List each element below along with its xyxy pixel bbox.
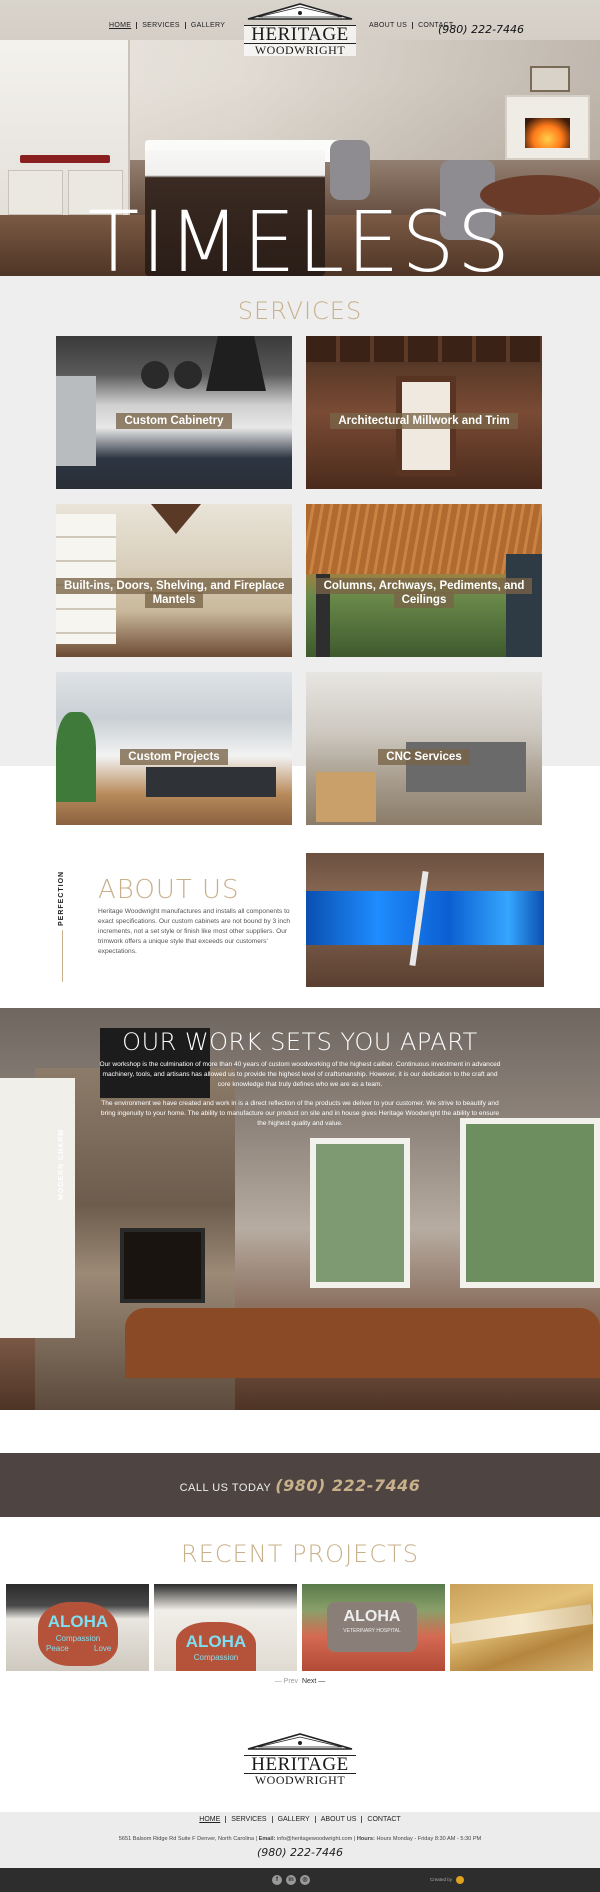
site-logo[interactable]: HERITAGE WOODWRIGHT xyxy=(244,2,356,58)
call-label: CALL US TODAY xyxy=(179,1482,272,1494)
tile-label: Columns, Archways, Pediments, and Ceilin… xyxy=(306,578,542,608)
sign-subtext: VETERINARY HOSPITAL xyxy=(343,1628,401,1634)
work-title: OUR WORK SETS YOU APART xyxy=(122,1028,478,1056)
vaulted-beam xyxy=(151,504,201,534)
nav-home[interactable]: HOME xyxy=(104,22,136,29)
project-card[interactable]: ALOHA VETERINARY HOSPITAL xyxy=(302,1584,445,1671)
window xyxy=(310,1138,410,1288)
hours-label: Hours: xyxy=(356,1836,375,1842)
nav-about[interactable]: ABOUT US xyxy=(364,22,412,29)
wall-mirror xyxy=(530,66,570,92)
footer-address-line: 5651 Balsom Ridge Rd Suite F Denver, Nor… xyxy=(118,1836,482,1842)
range-hood xyxy=(206,336,266,391)
window xyxy=(460,1118,600,1288)
project-card[interactable] xyxy=(450,1584,593,1671)
tile-label: Built-ins, Doors, Shelving, and Fireplac… xyxy=(56,578,292,608)
work-paragraph-1: Our workshop is the culmination of more … xyxy=(99,1061,501,1088)
sign-text: ALOHA xyxy=(343,1608,401,1625)
pendant-light xyxy=(141,361,169,389)
service-tile-cnc[interactable]: CNC Services xyxy=(306,672,542,825)
linkedin-icon[interactable]: in xyxy=(286,1875,296,1885)
footer-nav-gallery[interactable]: GALLERY xyxy=(271,1816,315,1823)
river-table-image xyxy=(306,853,544,987)
footer-nav-about[interactable]: ABOUT US xyxy=(314,1816,362,1823)
project-pager: — Prev Next — xyxy=(0,1678,600,1685)
sign-subtext: Love xyxy=(94,1644,112,1653)
bar-stool xyxy=(330,140,370,200)
projects-title: RECENT PROJECTS xyxy=(181,1540,419,1568)
tile-label: Custom Cabinetry xyxy=(56,413,292,429)
call-phone[interactable]: (980) 222-7446 xyxy=(275,1476,420,1495)
project-card[interactable]: ALOHA Compassion Peace Love xyxy=(6,1584,149,1671)
logo-heritage: HERITAGE xyxy=(244,1755,356,1774)
footer-logo[interactable]: HERITAGE WOODWRIGHT xyxy=(244,1732,356,1788)
about-accent-line xyxy=(62,930,63,982)
service-tile-millwork[interactable]: Architectural Millwork and Trim xyxy=(306,336,542,489)
range-knobs xyxy=(20,155,110,163)
footer-address: 5651 Balsom Ridge Rd Suite F Denver, Nor… xyxy=(118,1836,255,1842)
services-title: SERVICES xyxy=(237,297,363,325)
logo-heritage: HERITAGE xyxy=(244,25,356,44)
footer-nav-services[interactable]: SERVICES xyxy=(225,1816,271,1823)
nav-left: HOME SERVICES GALLERY xyxy=(104,22,230,29)
site-credit[interactable]: Created by xyxy=(430,1876,465,1884)
footer-nav-home[interactable]: HOME xyxy=(194,1816,225,1823)
project-card[interactable]: ALOHA Compassion xyxy=(154,1584,297,1671)
pager-prev[interactable]: — Prev xyxy=(275,1678,298,1685)
perfection-label: PERFECTION xyxy=(58,870,65,926)
service-tile-cabinetry[interactable]: Custom Cabinetry xyxy=(56,336,292,489)
pediment-icon xyxy=(247,1733,353,1750)
wood-stack xyxy=(316,772,376,822)
footer-nav-contact[interactable]: CONTACT xyxy=(361,1816,405,1823)
instagram-icon[interactable]: ◎ xyxy=(300,1875,310,1885)
tile-label: Architectural Millwork and Trim xyxy=(306,413,542,429)
sign-subtext: Peace xyxy=(46,1644,69,1653)
sign-text: ALOHA xyxy=(47,1612,109,1631)
tile-label: CNC Services xyxy=(306,749,542,765)
pediment-icon xyxy=(247,3,353,20)
footer-email[interactable]: info@heritagewoodwright.com xyxy=(277,1836,352,1842)
pendant-light xyxy=(174,361,202,389)
sign-subtext: Compassion xyxy=(55,1634,101,1643)
about-text: Heritage Woodwright manufactures and ins… xyxy=(98,908,291,955)
email-label: Email: xyxy=(258,1836,276,1842)
pager-next[interactable]: Next — xyxy=(302,1678,325,1685)
about-title: ABOUT US xyxy=(98,875,240,905)
work-paragraph-2: The environment we have created and work… xyxy=(100,1100,500,1127)
service-tile-builtins[interactable]: Built-ins, Doors, Shelving, and Fireplac… xyxy=(56,504,292,657)
footer-hours: Hours Monday - Friday 8:30 AM - 5:30 PM xyxy=(376,1836,482,1842)
sign-text: ALOHA xyxy=(185,1632,247,1651)
facebook-icon[interactable]: f xyxy=(272,1875,282,1885)
live-edge-slab xyxy=(450,1604,593,1644)
coffered-ceiling xyxy=(306,336,542,362)
modern-charm-label: MODERN CHARM xyxy=(58,1128,65,1200)
nav-services[interactable]: SERVICES xyxy=(136,22,185,29)
leather-sofa xyxy=(125,1308,600,1378)
epoxy-river xyxy=(306,891,544,945)
nav-gallery[interactable]: GALLERY xyxy=(184,22,230,29)
logo-woodwright: WOODWRIGHT xyxy=(244,1774,356,1786)
sign-subtext: Compassion xyxy=(193,1653,239,1662)
footer-nav: HOME SERVICES GALLERY ABOUT US CONTACT xyxy=(0,1816,600,1823)
header-phone[interactable]: (980) 222-7446 xyxy=(438,23,524,36)
firebox xyxy=(120,1228,205,1303)
service-tile-custom-projects[interactable]: Custom Projects xyxy=(56,672,292,825)
tile-label: Custom Projects xyxy=(56,749,292,765)
call-cta[interactable]: CALL US TODAY (980) 222-7446 xyxy=(0,1476,600,1495)
fire xyxy=(525,118,570,148)
credit-text: Created by xyxy=(430,1877,453,1883)
footer-phone[interactable]: (980) 222-7446 xyxy=(0,1846,600,1859)
service-tile-columns[interactable]: Columns, Archways, Pediments, and Ceilin… xyxy=(306,504,542,657)
built-in-shelves xyxy=(0,1078,75,1338)
logo-woodwright: WOODWRIGHT xyxy=(244,44,356,56)
hero-headline: TIMELESS xyxy=(87,200,513,276)
island-counter xyxy=(146,767,276,797)
agency-logo-icon xyxy=(456,1876,465,1884)
